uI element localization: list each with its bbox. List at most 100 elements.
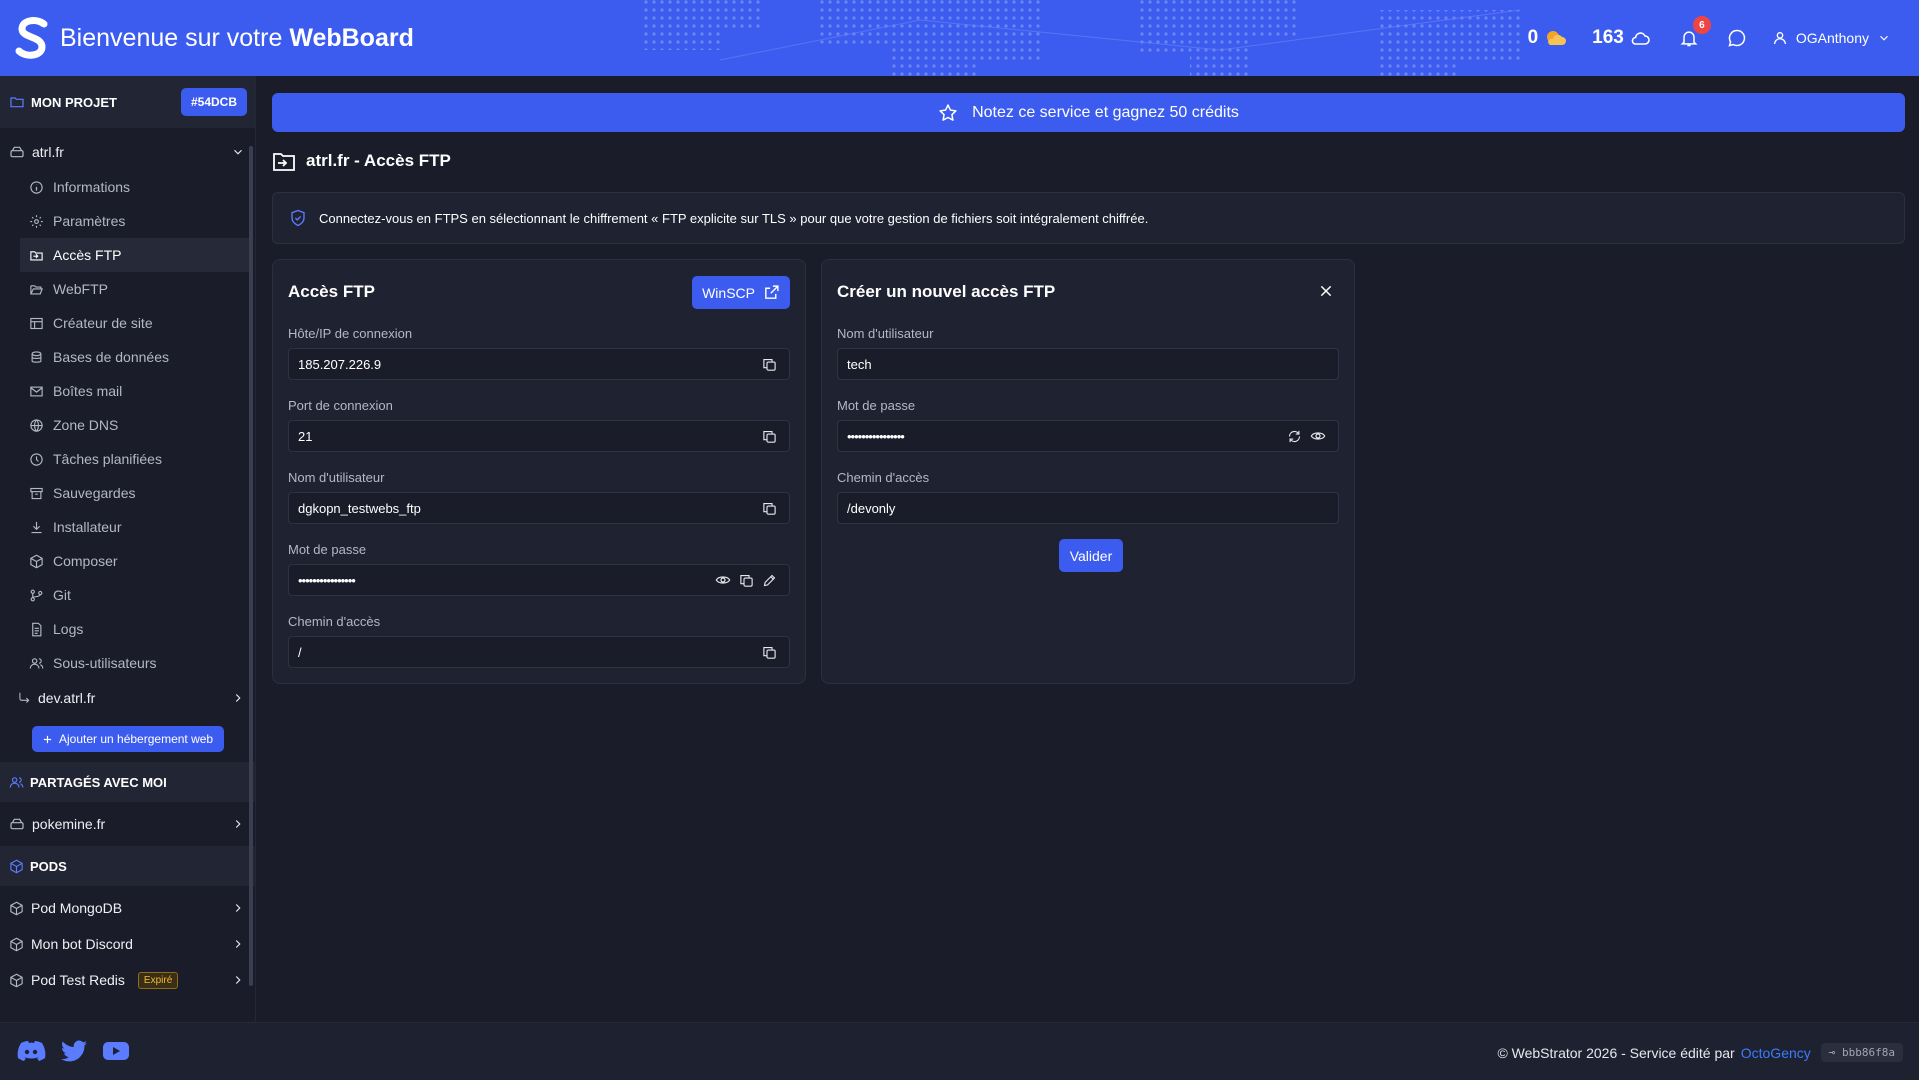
chevron-right-icon bbox=[235, 820, 241, 828]
eye-icon[interactable] bbox=[1310, 428, 1326, 444]
shared-section-label: PARTAGÉS AVEC MOI bbox=[30, 774, 167, 790]
publisher-link[interactable]: OctoGency bbox=[1741, 1045, 1811, 1061]
sidebar-item-git[interactable]: Git bbox=[20, 578, 251, 612]
refresh-icon[interactable] bbox=[1287, 429, 1302, 444]
password-value: •••••••••••••••• bbox=[298, 572, 356, 588]
sidebar-item-parametres[interactable]: Paramètres bbox=[20, 204, 251, 238]
copy-icon[interactable] bbox=[762, 645, 777, 660]
domain-row[interactable]: atrl.fr bbox=[0, 134, 255, 170]
info-icon bbox=[30, 180, 43, 194]
sidebar-item-informations[interactable]: Informations bbox=[20, 170, 251, 204]
cloud-icon bbox=[1631, 32, 1650, 45]
new-path-input[interactable]: /devonly bbox=[837, 492, 1339, 524]
subdomain-row[interactable]: dev.atrl.fr bbox=[0, 680, 255, 716]
user-menu[interactable]: OGAnthony bbox=[1772, 30, 1891, 46]
gear-icon bbox=[30, 214, 43, 228]
shield-check-icon bbox=[291, 209, 305, 227]
folder-open-icon bbox=[30, 284, 43, 294]
welcome-prefix: Bienvenue sur votre bbox=[60, 24, 283, 52]
path-field[interactable]: / bbox=[288, 636, 790, 668]
sidebar-item-label: Boîtes mail bbox=[53, 383, 123, 399]
pod-item-mongodb[interactable]: Pod MongoDB bbox=[0, 890, 255, 926]
project-section-label: MON PROJET bbox=[31, 94, 117, 110]
sidebar-item-logs[interactable]: Logs bbox=[20, 612, 251, 646]
port-value: 21 bbox=[298, 428, 313, 444]
sidebar-item-sous-utilisateurs[interactable]: Sous-utilisateurs bbox=[20, 646, 251, 680]
sidebar-item-label: Zone DNS bbox=[53, 417, 119, 433]
new-path-value: /devonly bbox=[847, 500, 896, 516]
sidebar-item-createur-de-site[interactable]: Créateur de site bbox=[20, 306, 251, 340]
corner-down-right-icon bbox=[19, 692, 30, 704]
copy-icon[interactable] bbox=[762, 501, 777, 516]
ftp-access-card: Accès FTP WinSCP Hôte/IP de connexion 18… bbox=[272, 259, 806, 684]
server-icon bbox=[10, 818, 24, 830]
submit-button[interactable]: Valider bbox=[1059, 539, 1123, 572]
social-links bbox=[16, 1040, 130, 1062]
layout-icon bbox=[30, 317, 43, 329]
sidebar-item-boites-mail[interactable]: Boîtes mail bbox=[20, 374, 251, 408]
chevron-right-icon bbox=[235, 694, 241, 702]
sidebar-item-label: Logs bbox=[53, 621, 84, 637]
discord-icon[interactable] bbox=[16, 1040, 46, 1062]
new-ftp-access-card: Créer un nouvel accès FTP Nom d'utilisat… bbox=[821, 259, 1355, 684]
sidebar-item-label: Informations bbox=[53, 179, 131, 195]
sidebar-item-taches-planifiees[interactable]: Tâches planifiées bbox=[20, 442, 251, 476]
project-section-header: MON PROJET #54DCB bbox=[0, 76, 255, 128]
commit-hash-badge: ⊸ bbb86f8a bbox=[1820, 1043, 1903, 1062]
sidebar-item-label: Sous-utilisateurs bbox=[53, 655, 157, 671]
sidebar-item-composer[interactable]: Composer bbox=[20, 544, 251, 578]
close-button[interactable] bbox=[1318, 283, 1334, 299]
rate-service-banner[interactable]: Notez ce service et gagnez 50 crédits bbox=[272, 93, 1905, 132]
chevron-right-icon bbox=[235, 940, 241, 948]
project-id-chip[interactable]: #54DCB bbox=[180, 88, 247, 116]
cloud-counter[interactable]: 163 bbox=[1592, 27, 1650, 49]
eye-icon[interactable] bbox=[715, 572, 731, 588]
chat-icon bbox=[1728, 29, 1746, 47]
copy-icon[interactable] bbox=[762, 429, 777, 444]
new-ftp-card-title: Créer un nouvel accès FTP bbox=[837, 282, 1056, 301]
sidebar-scrollbar[interactable] bbox=[249, 146, 253, 986]
twitter-icon[interactable] bbox=[60, 1040, 88, 1062]
sidebar-item-sauvegardes[interactable]: Sauvegardes bbox=[20, 476, 251, 510]
copyright: © WebStrator 2026 - Service édité par Oc… bbox=[1497, 1043, 1903, 1062]
users-icon bbox=[29, 657, 44, 669]
pod-item-discord-bot[interactable]: Mon bot Discord bbox=[0, 926, 255, 962]
globe-icon bbox=[30, 418, 43, 432]
copy-icon[interactable] bbox=[762, 357, 777, 372]
credits-counter[interactable]: 0 bbox=[1528, 27, 1567, 49]
sidebar-item-acces-ftp[interactable]: Accès FTP bbox=[20, 238, 251, 272]
git-icon bbox=[30, 589, 43, 601]
port-field[interactable]: 21 bbox=[288, 420, 790, 452]
winscp-button[interactable]: WinSCP bbox=[692, 276, 790, 309]
add-hosting-button[interactable]: Ajouter un hébergement web bbox=[32, 726, 224, 752]
clock-icon bbox=[30, 452, 43, 466]
messages-button[interactable] bbox=[1724, 25, 1750, 51]
username-field[interactable]: dgkopn_testwebs_ftp bbox=[288, 492, 790, 524]
notifications-button[interactable]: 6 bbox=[1676, 16, 1711, 51]
edit-icon[interactable] bbox=[762, 573, 777, 588]
credits-count: 0 bbox=[1527, 27, 1539, 48]
new-username-input[interactable]: tech bbox=[837, 348, 1339, 380]
new-username-value: tech bbox=[847, 356, 872, 372]
pod-label: Pod Test Redis bbox=[31, 972, 125, 988]
database-icon bbox=[31, 350, 42, 363]
new-password-input[interactable]: •••••••••••••••• bbox=[837, 420, 1339, 452]
sidebar-item-webftp[interactable]: WebFTP bbox=[20, 272, 251, 306]
chevron-right-icon bbox=[235, 976, 241, 984]
sidebar-item-installateur[interactable]: Installateur bbox=[20, 510, 251, 544]
sidebar: MON PROJET #54DCB atrl.fr Informations P… bbox=[0, 76, 256, 1022]
sidebar-item-bases-de-donnees[interactable]: Bases de données bbox=[20, 340, 251, 374]
sidebar-item-zone-dns[interactable]: Zone DNS bbox=[20, 408, 251, 442]
username-label: Nom d'utilisateur bbox=[288, 470, 385, 485]
shared-item-pokemine[interactable]: pokemine.fr bbox=[0, 802, 255, 846]
expired-badge: Expiré bbox=[137, 971, 179, 989]
webstrator-logo[interactable] bbox=[14, 16, 50, 60]
sidebar-item-label: Bases de données bbox=[53, 349, 169, 365]
sidebar-item-label: Tâches planifiées bbox=[53, 451, 162, 467]
copy-icon[interactable] bbox=[739, 573, 754, 588]
host-field[interactable]: 185.207.226.9 bbox=[288, 348, 790, 380]
subdomain-label: dev.atrl.fr bbox=[38, 690, 96, 706]
password-field[interactable]: •••••••••••••••• bbox=[288, 564, 790, 596]
youtube-icon[interactable] bbox=[102, 1040, 130, 1062]
pod-item-test-redis[interactable]: Pod Test Redis Expiré bbox=[0, 962, 255, 998]
